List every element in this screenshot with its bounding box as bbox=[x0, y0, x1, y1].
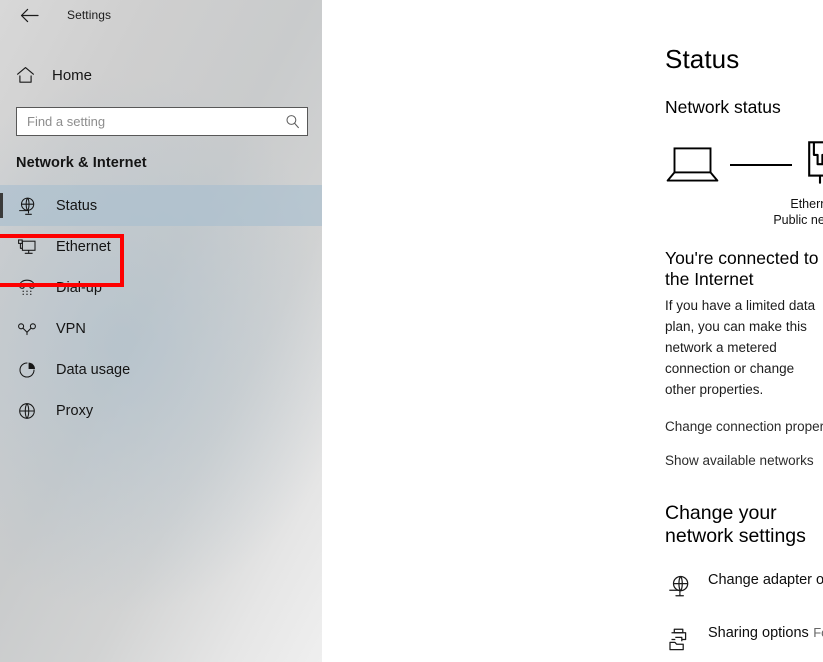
sidebar-item-home[interactable]: Home bbox=[0, 58, 322, 92]
adapter-globe-icon bbox=[665, 571, 693, 601]
search-box[interactable] bbox=[16, 107, 308, 136]
sidebar-item-dial-up[interactable]: Dial-up bbox=[0, 267, 322, 308]
sidebar-item-dial-up-label: Dial-up bbox=[56, 279, 102, 296]
sidebar-nav: Status Ethernet Dial-up VPN Data usage P… bbox=[0, 185, 322, 431]
app-title: Settings bbox=[67, 8, 112, 22]
sidebar-item-proxy[interactable]: Proxy bbox=[0, 390, 322, 431]
link-line-device-adapter bbox=[730, 164, 792, 166]
sidebar: Settings Home Network & Internet bbox=[0, 0, 322, 662]
sidebar-item-proxy-label: Proxy bbox=[56, 402, 94, 419]
title-bar: Settings bbox=[0, 0, 322, 30]
vpn-icon bbox=[16, 318, 38, 340]
diagram-caption: Ethernet Public network bbox=[731, 196, 823, 228]
home-icon bbox=[14, 64, 36, 86]
option-title: Sharing options bbox=[708, 625, 809, 641]
sidebar-item-status-label: Status bbox=[56, 197, 98, 214]
dial-up-phone-icon bbox=[16, 277, 38, 299]
pie-chart-icon bbox=[16, 359, 38, 381]
option-title: Change adapter options bbox=[708, 572, 823, 588]
globe-icon bbox=[16, 400, 38, 422]
change-network-settings-heading: Change your network settings bbox=[665, 502, 806, 547]
network-status-icon bbox=[16, 195, 38, 217]
back-arrow-icon[interactable] bbox=[14, 2, 44, 28]
sidebar-item-vpn[interactable]: VPN bbox=[0, 308, 322, 349]
page-title: Status bbox=[665, 44, 740, 74]
sidebar-item-ethernet[interactable]: Ethernet bbox=[0, 226, 322, 267]
sidebar-item-data-usage[interactable]: Data usage bbox=[0, 349, 322, 390]
sidebar-item-ethernet-label: Ethernet bbox=[56, 238, 111, 255]
adapter-name: Ethernet bbox=[790, 197, 823, 211]
change-connection-properties-link[interactable]: Change connection properties bbox=[665, 419, 823, 434]
search-icon[interactable] bbox=[283, 113, 301, 131]
network-settings-options: Change adapter options View network adap… bbox=[665, 570, 823, 662]
show-available-networks-link[interactable]: Show available networks bbox=[665, 453, 814, 468]
sidebar-item-status[interactable]: Status bbox=[0, 185, 322, 226]
option-change-adapter-options[interactable]: Change adapter options View network adap… bbox=[665, 570, 823, 601]
option-subtitle: For the networks you connect to, decide … bbox=[813, 625, 823, 640]
settings-window: Settings Home Network & Internet bbox=[0, 0, 823, 662]
network-diagram: Ethernet Public network bbox=[665, 140, 823, 228]
laptop-icon bbox=[665, 146, 720, 184]
sidebar-category-title: Network & Internet bbox=[16, 155, 147, 171]
main-content: Status Network status Ether Public ne Yo… bbox=[322, 0, 823, 662]
sidebar-item-data-usage-label: Data usage bbox=[56, 361, 131, 378]
sidebar-item-vpn-label: VPN bbox=[56, 320, 86, 337]
ethernet-icon bbox=[16, 236, 38, 258]
sidebar-item-home-label: Home bbox=[52, 66, 93, 84]
network-status-heading: Network status bbox=[665, 97, 781, 117]
option-sharing-options[interactable]: Sharing options For the networks you con… bbox=[665, 623, 823, 654]
connection-headline: You're connected to the Internet bbox=[665, 248, 819, 289]
search-input[interactable] bbox=[27, 108, 283, 135]
sharing-printer-folder-icon bbox=[665, 624, 693, 654]
connection-description: If you have a limited data plan, you can… bbox=[665, 298, 816, 397]
network-type: Public network bbox=[773, 213, 823, 227]
ethernet-port-icon bbox=[802, 141, 823, 189]
